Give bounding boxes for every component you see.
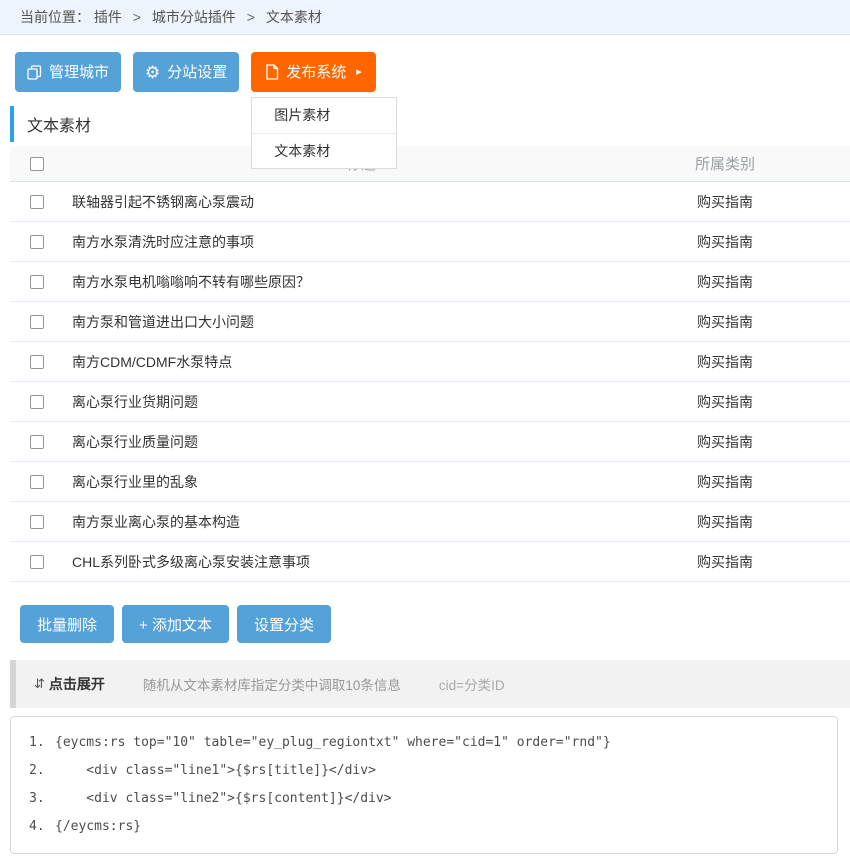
code-line-number: 3. xyxy=(29,785,55,813)
manage-cities-button[interactable]: 管理城市 xyxy=(15,52,121,92)
row-category: 购买指南 xyxy=(650,232,800,252)
row-title: 离心泵行业质量问题 xyxy=(72,432,650,452)
code-line-text: {/eycms:rs} xyxy=(55,813,141,841)
row-checkbox[interactable] xyxy=(30,395,44,409)
breadcrumb-item-text-material: 文本素材 xyxy=(266,9,322,25)
row-category: 购买指南 xyxy=(650,192,800,212)
copy-pages-icon xyxy=(27,65,42,80)
table-row: 离心泵行业货期问题 购买指南 xyxy=(10,382,850,422)
dropdown-item-text-material[interactable]: 文本素材 xyxy=(252,133,396,168)
code-line: 2. <div class="line1">{$rs[title]}</div> xyxy=(29,757,827,785)
material-table: 标题 所属类别 联轴器引起不锈钢离心泵震动 购买指南 南方水泵清洗时应注意的事项… xyxy=(10,146,850,582)
caret-right-icon: ▸ xyxy=(356,67,362,78)
manage-cities-label: 管理城市 xyxy=(49,65,109,80)
expand-label: 点击展开 xyxy=(49,674,105,694)
row-title: 南方泵和管道进出口大小问题 xyxy=(72,312,650,332)
accent-bar xyxy=(10,106,14,142)
row-title: 南方水泵电机嗡嗡响不转有哪些原因？ xyxy=(72,272,650,292)
cid-hint: cid=分类ID xyxy=(439,674,505,694)
row-title: 离心泵行业里的乱象 xyxy=(72,472,650,492)
section-header: 文本素材 xyxy=(10,101,850,146)
row-checkbox[interactable] xyxy=(30,475,44,489)
row-checkbox[interactable] xyxy=(30,355,44,369)
batch-delete-button[interactable]: 批量删除 xyxy=(20,605,114,643)
publish-system-button[interactable]: 发布系统 ▸ xyxy=(251,52,376,92)
code-line-number: 4. xyxy=(29,813,55,841)
row-title: CHL系列卧式多级离心泵安装注意事项 xyxy=(72,552,650,572)
add-text-button[interactable]: + 添加文本 xyxy=(122,605,229,643)
table-row: 南方泵业离心泵的基本构造 购买指南 xyxy=(10,502,850,542)
publish-system-group: 发布系统 ▸ 图片素材 文本素材 xyxy=(251,52,376,92)
row-checkbox[interactable] xyxy=(30,235,44,249)
row-title: 南方泵业离心泵的基本构造 xyxy=(72,512,650,532)
row-checkbox[interactable] xyxy=(30,515,44,529)
table-row: 南方水泵电机嗡嗡响不转有哪些原因？ 购买指南 xyxy=(10,262,850,302)
publish-system-label: 发布系统 xyxy=(286,65,346,80)
usage-description: 随机从文本素材库指定分类中调取10条信息 xyxy=(143,674,401,694)
row-category: 购买指南 xyxy=(650,352,800,372)
table-row: 离心泵行业里的乱象 购买指南 xyxy=(10,462,850,502)
site-settings-button[interactable]: ⚙ 分站设置 xyxy=(133,52,239,92)
set-category-button[interactable]: 设置分类 xyxy=(237,605,331,643)
code-line-text: {eycms:rs top="10" table="ey_plug_region… xyxy=(55,729,611,757)
code-line-number: 1. xyxy=(29,729,55,757)
breadcrumb: 当前位置： 插件 > 城市分站插件 > 文本素材 xyxy=(0,0,850,35)
row-checkbox[interactable] xyxy=(30,555,44,569)
row-checkbox[interactable] xyxy=(30,195,44,209)
table-header-row: 标题 所属类别 xyxy=(10,146,850,182)
table-row: CHL系列卧式多级离心泵安装注意事项 购买指南 xyxy=(10,542,850,582)
site-settings-label: 分站设置 xyxy=(167,65,227,80)
breadcrumb-separator: > xyxy=(247,9,255,25)
row-title: 南方水泵清洗时应注意的事项 xyxy=(72,232,650,252)
row-title: 离心泵行业货期问题 xyxy=(72,392,650,412)
breadcrumb-separator: > xyxy=(133,9,141,25)
breadcrumb-item-city-subsite-plugin[interactable]: 城市分站插件 xyxy=(152,9,236,25)
row-category: 购买指南 xyxy=(650,392,800,412)
breadcrumb-label: 当前位置： xyxy=(20,9,90,25)
row-checkbox[interactable] xyxy=(30,435,44,449)
expand-icon: ⇵ xyxy=(34,676,45,692)
code-line: 4. {/eycms:rs} xyxy=(29,813,827,841)
usage-panel: ⇵ 点击展开 随机从文本素材库指定分类中调取10条信息 cid=分类ID xyxy=(10,660,850,708)
row-category: 购买指南 xyxy=(650,272,800,292)
row-category: 购买指南 xyxy=(650,512,800,532)
code-line-text: <div class="line2">{$rs[content]}</div> xyxy=(55,785,392,813)
row-title: 联轴器引起不锈钢离心泵震动 xyxy=(72,192,650,212)
row-checkbox[interactable] xyxy=(30,275,44,289)
expand-toggle[interactable]: ⇵ 点击展开 xyxy=(34,674,105,694)
table-row: 南方CDM/CDMF水泵特点 购买指南 xyxy=(10,342,850,382)
code-line: 1. {eycms:rs top="10" table="ey_plug_reg… xyxy=(29,729,827,757)
document-icon xyxy=(265,64,279,80)
row-category: 购买指南 xyxy=(650,472,800,492)
publish-system-dropdown: 图片素材 文本素材 xyxy=(251,97,397,169)
code-line-number: 2. xyxy=(29,757,55,785)
page-title: 文本素材 xyxy=(27,112,91,136)
row-title: 南方CDM/CDMF水泵特点 xyxy=(72,352,650,372)
code-line-text: <div class="line1">{$rs[title]}</div> xyxy=(55,757,376,785)
select-all-checkbox[interactable] xyxy=(30,157,44,171)
bulk-actions: 批量删除 + 添加文本 设置分类 xyxy=(20,605,850,643)
row-category: 购买指南 xyxy=(650,312,800,332)
code-line: 3. <div class="line2">{$rs[content]}</di… xyxy=(29,785,827,813)
template-code-block: 1. {eycms:rs top="10" table="ey_plug_reg… xyxy=(10,716,838,854)
table-row: 联轴器引起不锈钢离心泵震动 购买指南 xyxy=(10,182,850,222)
table-row: 南方泵和管道进出口大小问题 购买指南 xyxy=(10,302,850,342)
gear-icon: ⚙ xyxy=(145,64,160,81)
row-checkbox[interactable] xyxy=(30,315,44,329)
row-category: 购买指南 xyxy=(650,552,800,572)
dropdown-item-image-material[interactable]: 图片素材 xyxy=(252,98,396,133)
row-category: 购买指南 xyxy=(650,432,800,452)
table-row: 南方水泵清洗时应注意的事项 购买指南 xyxy=(10,222,850,262)
column-header-category: 所属类别 xyxy=(650,153,800,174)
toolbar: 管理城市 ⚙ 分站设置 发布系统 ▸ 图片素材 文本素材 xyxy=(15,52,850,92)
table-row: 离心泵行业质量问题 购买指南 xyxy=(10,422,850,462)
breadcrumb-item-plugins[interactable]: 插件 xyxy=(94,9,122,25)
